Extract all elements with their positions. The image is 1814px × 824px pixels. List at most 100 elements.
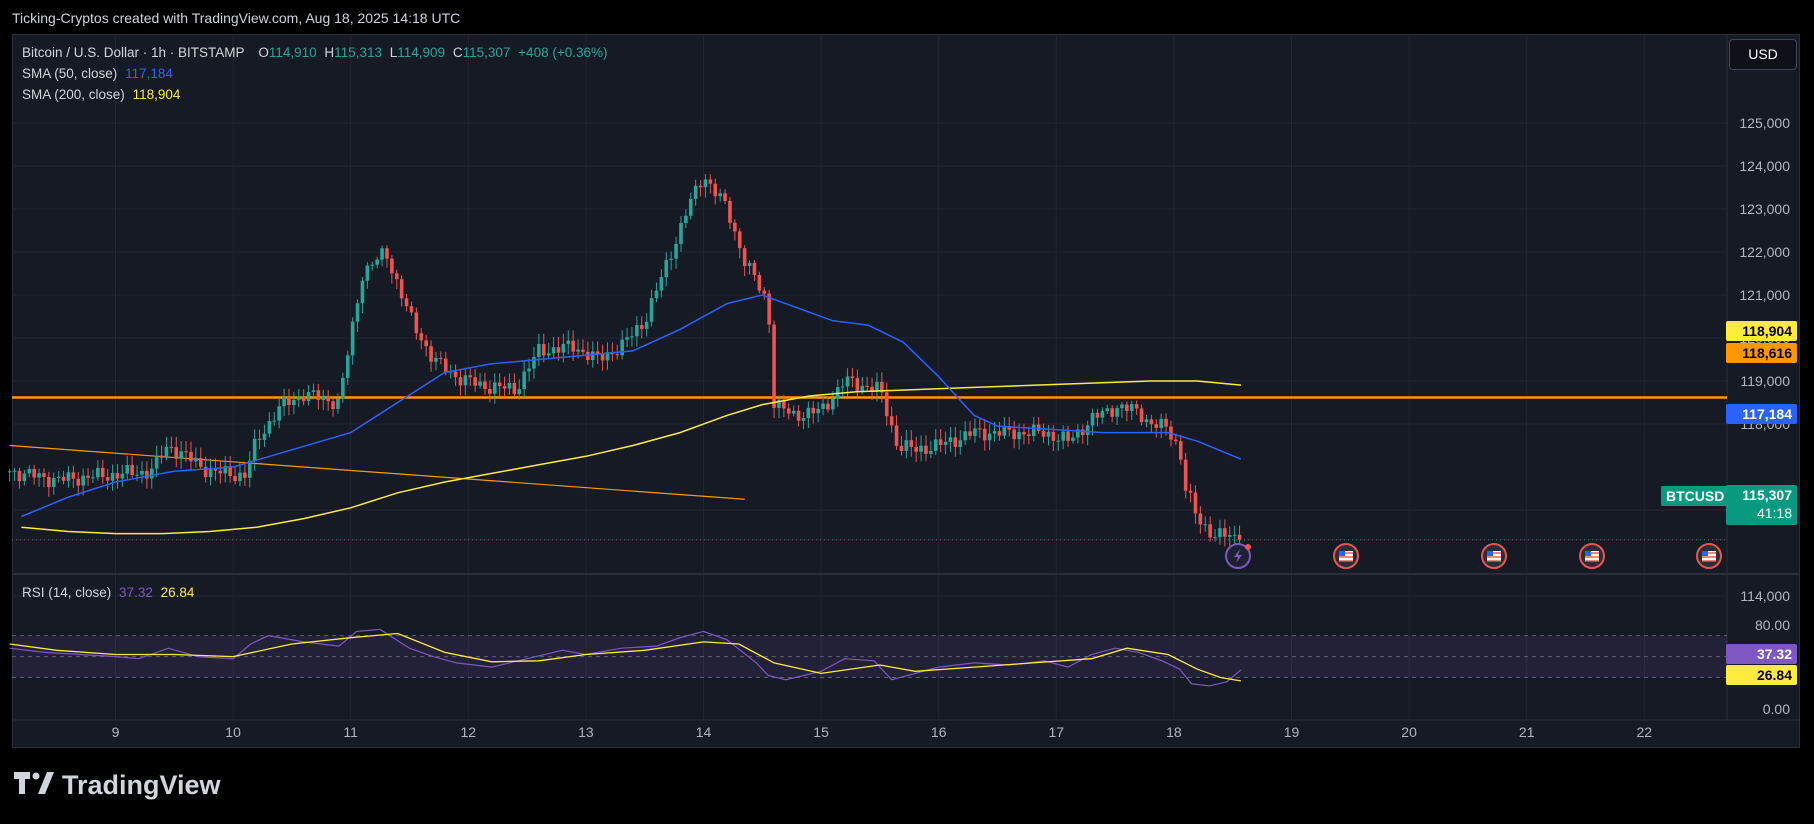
time-axis: 9 10 11 12 13 14 15 16 17 18 19 20 21 22 <box>112 724 1653 740</box>
candle-up <box>522 371 526 390</box>
candle-down <box>698 185 703 188</box>
candle-up <box>350 321 355 356</box>
sma200-price-tag: 118,904 <box>1726 321 1797 341</box>
candle-up <box>380 248 384 260</box>
candle-down <box>1051 432 1056 441</box>
candle-down <box>218 470 223 474</box>
candle-up <box>12 470 17 472</box>
candle-up <box>1115 408 1119 417</box>
candle-up <box>140 470 144 475</box>
sma50-legend[interactable]: SMA (50, close) 117,184 <box>22 66 177 81</box>
candle-up <box>664 259 669 278</box>
candle-up <box>644 321 649 329</box>
candle-down <box>1188 490 1193 493</box>
candle-down <box>855 378 860 391</box>
candle-up <box>688 198 693 216</box>
candle-up <box>684 215 688 224</box>
time-tick-label: 21 <box>1519 724 1535 740</box>
candle-down <box>414 312 419 334</box>
candle-up <box>943 441 948 445</box>
candle-down <box>1237 534 1242 540</box>
candle-down <box>287 396 291 406</box>
candle-down <box>1139 408 1144 423</box>
candle-up <box>66 472 71 481</box>
candle-up <box>527 368 531 372</box>
candle-down <box>1193 492 1198 514</box>
candle-up <box>135 474 139 476</box>
candle-down <box>189 451 193 462</box>
candle-down <box>1164 418 1168 427</box>
candle-down <box>429 346 433 362</box>
candle-up <box>434 357 438 362</box>
candle-up <box>801 418 806 421</box>
candle-down <box>458 377 463 386</box>
candle-up <box>507 382 512 389</box>
candle-up <box>654 290 659 299</box>
candle-up <box>296 396 301 400</box>
high-label: H <box>324 45 335 60</box>
open-label: O <box>258 45 269 60</box>
candle-down <box>894 425 899 446</box>
candle-up <box>120 473 125 479</box>
price-chart[interactable]: 114,000116,000118,000119,000120,000121,0… <box>0 0 1814 824</box>
candle-up <box>517 389 522 395</box>
candle-up <box>831 398 835 410</box>
candle-up <box>635 325 639 337</box>
close-value: 115,307 <box>462 45 511 60</box>
candle-up <box>747 262 752 267</box>
candle-up <box>56 476 61 478</box>
rsi-legend[interactable]: RSI (14, close) 37.32 26.84 <box>22 585 198 600</box>
us-flag-icon-canton <box>1487 551 1493 556</box>
candle-down <box>762 290 767 294</box>
candle-down <box>86 475 90 478</box>
candle-down <box>453 371 458 378</box>
candle-down <box>17 470 22 482</box>
currency-button[interactable]: USD <box>1729 39 1797 70</box>
candle-up <box>27 468 32 474</box>
candle-up <box>669 258 673 260</box>
symbol-legend[interactable]: Bitcoin / U.S. Dollar · 1h · BITSTAMP O1… <box>22 45 611 60</box>
candle-up <box>1213 537 1217 539</box>
sma200-legend[interactable]: SMA (200, close) 118,904 <box>22 87 184 102</box>
time-tick-label: 16 <box>931 724 947 740</box>
candle-up <box>208 468 213 478</box>
candle-down <box>1041 430 1046 437</box>
price-tick-label: 124,000 <box>1739 158 1790 174</box>
sma50-line <box>21 294 1242 518</box>
candle-up <box>816 408 820 414</box>
candle-down <box>1022 431 1026 435</box>
candle-down <box>723 193 727 201</box>
candle-up <box>154 455 159 469</box>
candle-up <box>1232 534 1237 536</box>
candle-down <box>409 306 414 313</box>
candle-up <box>963 431 967 441</box>
candle-down <box>47 476 51 488</box>
candle-up <box>164 446 169 458</box>
candle-down <box>331 401 335 410</box>
candle-down <box>169 446 174 448</box>
sma200-value: 118,904 <box>132 87 181 102</box>
open-value: 114,910 <box>268 45 317 60</box>
candle-up <box>919 445 923 452</box>
candle-up <box>948 437 953 442</box>
candle-up <box>1100 411 1105 418</box>
candle-down <box>600 354 605 361</box>
candle-up <box>37 473 41 478</box>
candle-down <box>512 382 517 395</box>
candle-up <box>551 347 556 354</box>
candle-down <box>483 381 487 390</box>
candle-down <box>772 324 776 408</box>
candle-down <box>1110 408 1114 417</box>
candle-down <box>1036 424 1041 431</box>
tradingview-logo[interactable]: TradingView <box>14 770 221 801</box>
candle-down <box>257 438 262 440</box>
candle-up <box>1085 425 1090 436</box>
candle-up <box>561 343 566 353</box>
time-tick-label: 12 <box>461 724 477 740</box>
candle-up <box>272 420 277 422</box>
candle-down <box>1066 431 1070 441</box>
sma200-label: SMA (200, close) <box>22 87 125 102</box>
us-flag-icon <box>1579 543 1605 569</box>
sma200-line <box>21 380 1241 535</box>
symbol-price-tag: BTCUSD <box>1661 486 1730 506</box>
